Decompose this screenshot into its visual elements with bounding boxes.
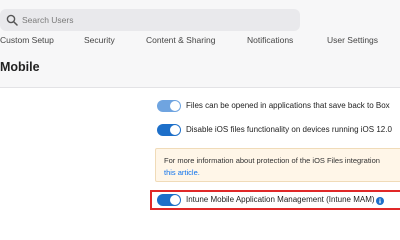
article-link[interactable]: this article. <box>164 168 200 177</box>
toggle-knob <box>170 195 180 205</box>
search-input[interactable] <box>22 9 292 31</box>
toggle-knob <box>170 125 180 135</box>
top-bar: Custom Setup Security Content & Sharing … <box>0 0 400 52</box>
disable-ios-files-toggle[interactable] <box>157 124 181 136</box>
setting-row-intune-mam: Intune Mobile Application Management (In… <box>157 192 400 208</box>
setting-row-disable-ios-files: Disable iOS files functionality on devic… <box>157 122 400 138</box>
info-icon[interactable] <box>376 197 384 205</box>
tab-content-sharing[interactable]: Content & Sharing <box>146 35 215 45</box>
search-box[interactable] <box>0 9 300 31</box>
search-icon <box>6 14 18 26</box>
settings-tabs: Custom Setup Security Content & Sharing … <box>0 34 400 50</box>
tab-notifications[interactable]: Notifications <box>247 35 293 45</box>
info-text: For more information about protection of… <box>164 156 380 165</box>
open-in-apps-toggle[interactable] <box>157 100 181 112</box>
settings-page: Custom Setup Security Content & Sharing … <box>0 0 400 223</box>
disable-ios-files-label: Disable iOS files functionality on devic… <box>186 125 392 134</box>
tab-security[interactable]: Security <box>84 35 115 45</box>
tab-user-settings[interactable]: User Settings <box>327 35 378 45</box>
setting-row-open-in-apps: Files can be opened in applications that… <box>157 98 400 114</box>
open-in-apps-label: Files can be opened in applications that… <box>186 101 390 110</box>
intune-mam-label: Intune Mobile Application Management (In… <box>186 195 375 204</box>
intune-mam-toggle[interactable] <box>157 194 181 206</box>
info-box: For more information about protection of… <box>155 148 400 182</box>
toggle-knob <box>170 101 180 111</box>
tab-custom-setup[interactable]: Custom Setup <box>0 35 54 45</box>
page-header: Mobile <box>0 52 400 88</box>
page-title: Mobile <box>0 60 40 74</box>
